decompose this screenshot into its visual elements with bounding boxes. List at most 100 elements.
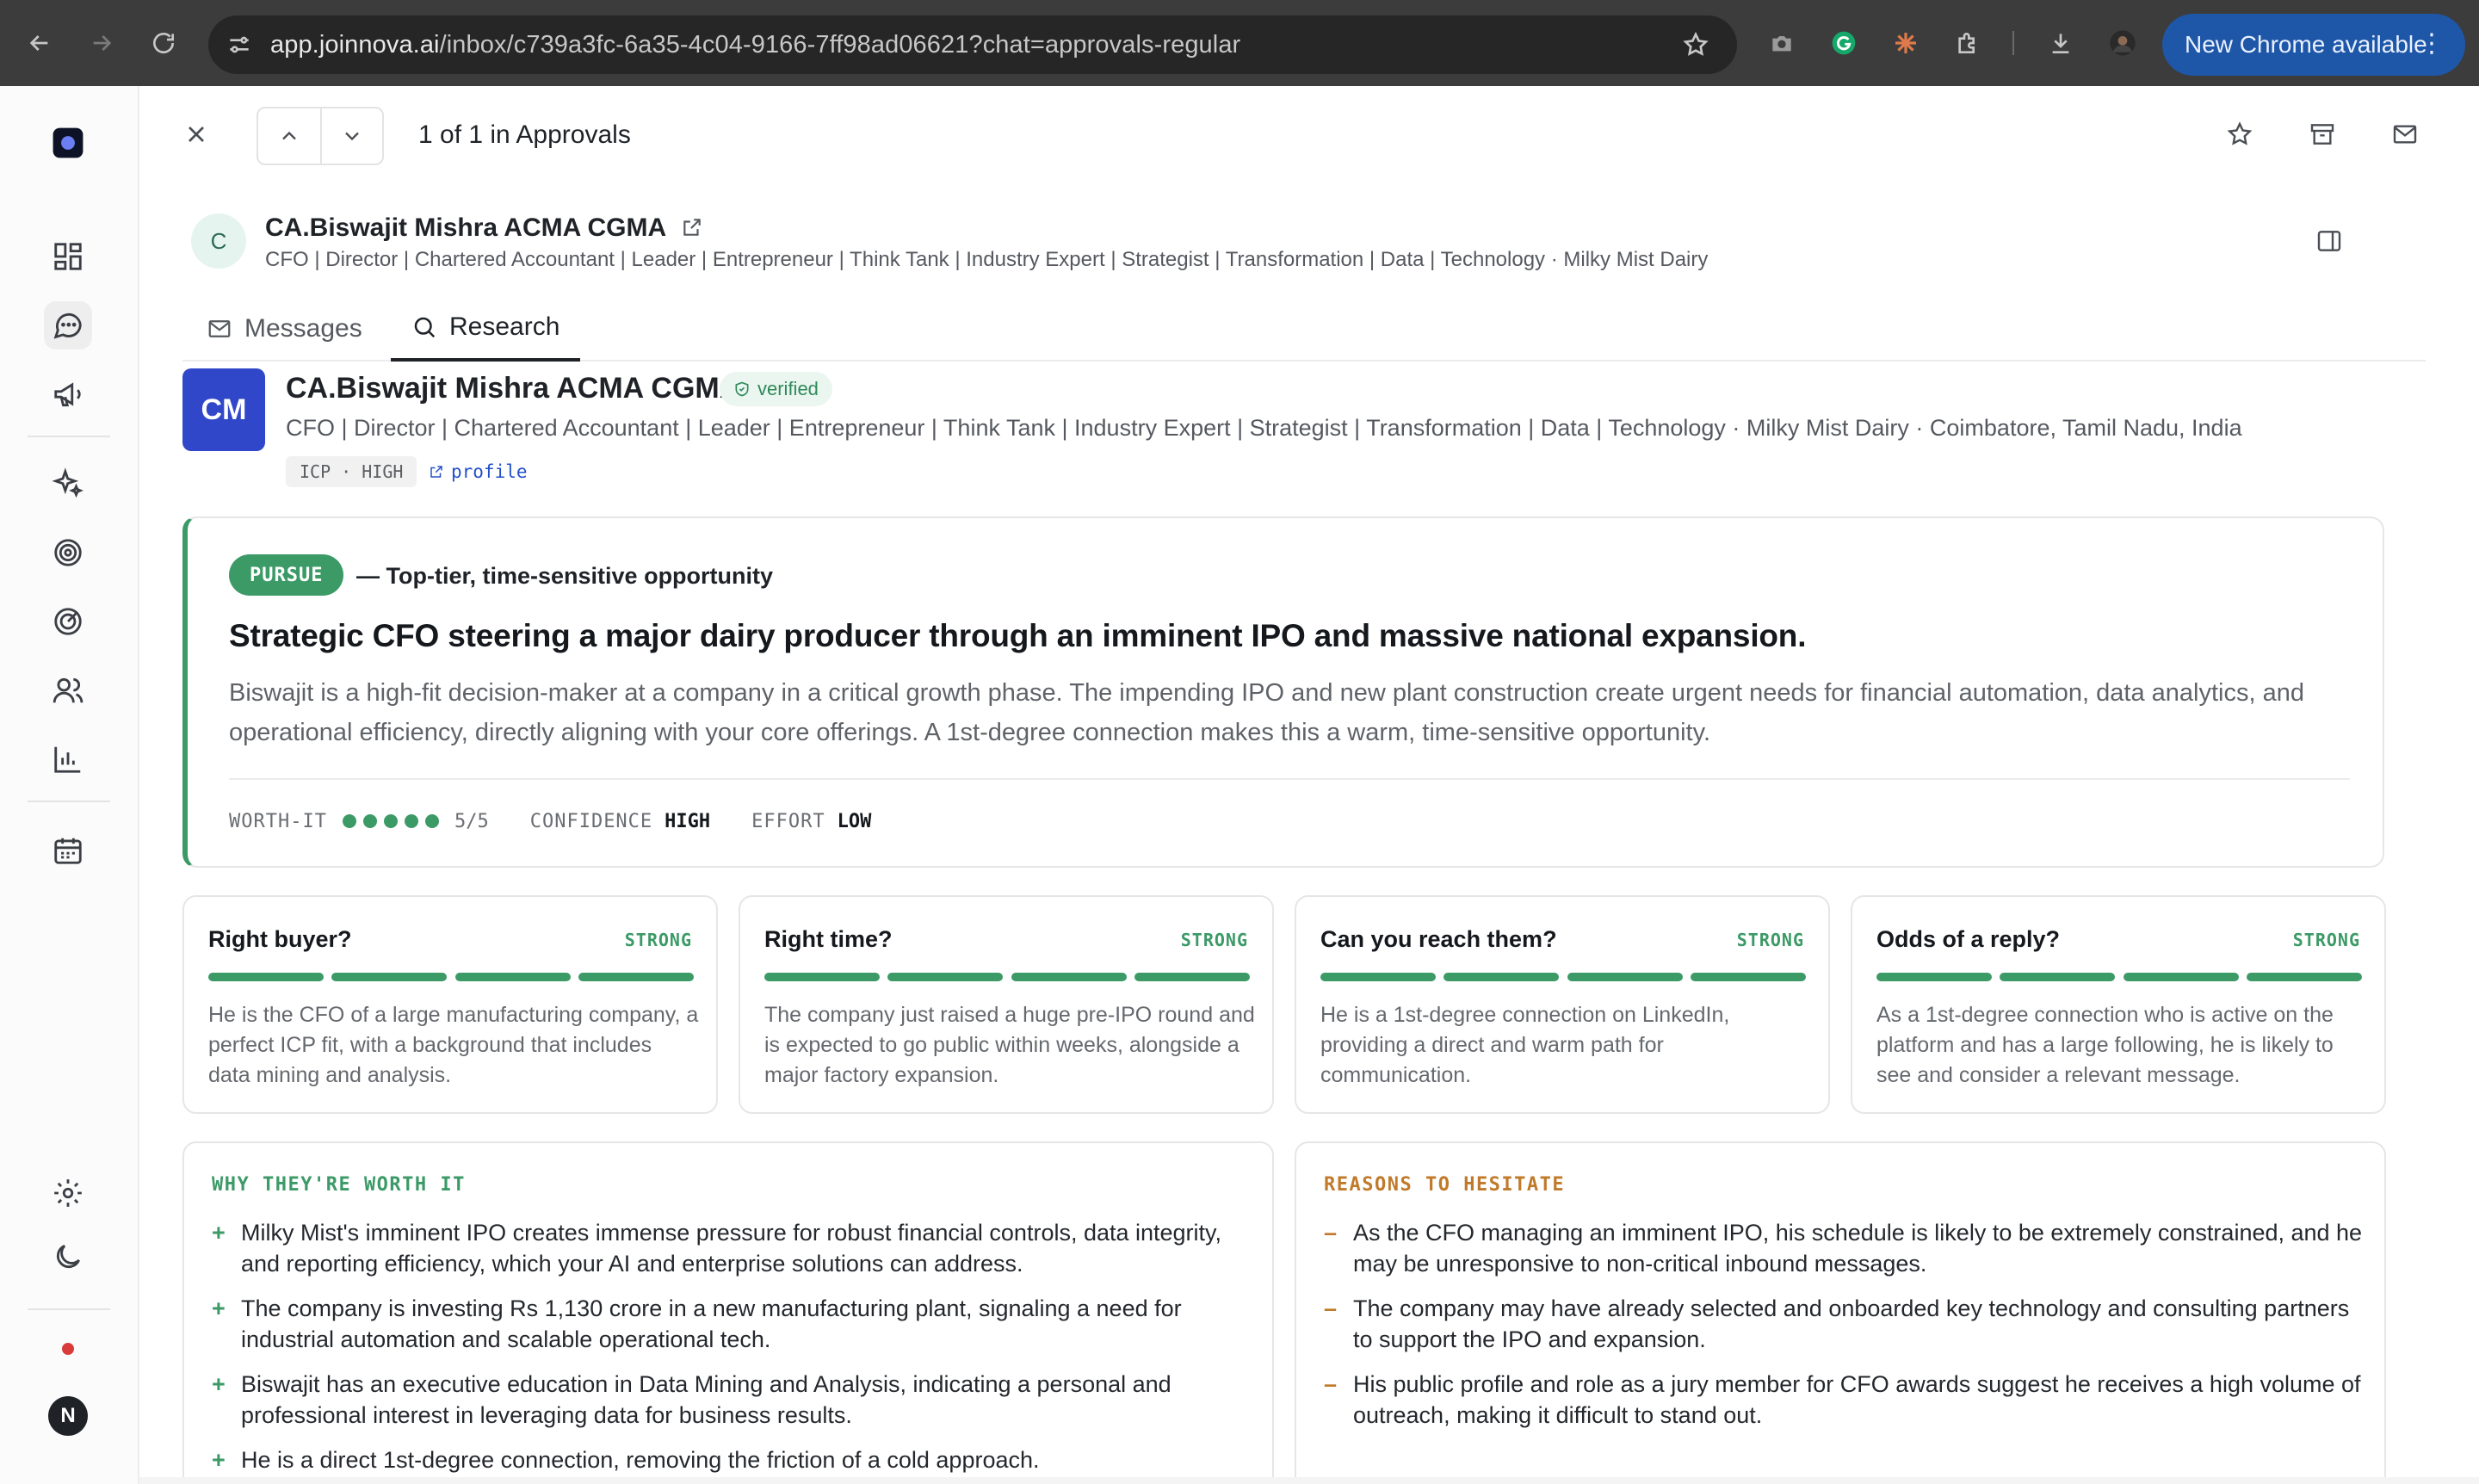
app-sidebar: N <box>0 86 139 1484</box>
extensions-icon[interactable] <box>1947 22 1988 64</box>
back-icon[interactable] <box>19 22 60 64</box>
verdict-summary: Biswajit is a high-fit decision-maker at… <box>229 679 2304 746</box>
rating-dot <box>404 814 418 828</box>
rating-dot <box>424 814 439 828</box>
analytics-chart-icon[interactable] <box>44 735 92 783</box>
signal-bar <box>331 973 448 981</box>
rating-dot <box>383 814 398 828</box>
signal-bar <box>454 973 571 981</box>
conversation-tabs: Messages Research <box>182 296 2426 362</box>
ai-sparkle-icon[interactable] <box>44 460 92 508</box>
effort-value: LOW <box>837 810 872 832</box>
reload-icon[interactable] <box>143 22 184 64</box>
list-item-text: The company may have already selected an… <box>1353 1295 2350 1352</box>
grammarly-icon[interactable] <box>1823 22 1864 64</box>
signal-bar <box>2123 973 2239 981</box>
worth-it-heading: WHY THEY'RE WORTH IT <box>212 1174 466 1196</box>
previous-record-button[interactable] <box>258 108 320 164</box>
plus-icon: + <box>212 1447 226 1473</box>
url-host: app.joinnova.ai <box>270 31 440 59</box>
signal-card-right-time: Right time? STRONG The company just rais… <box>739 895 1274 1114</box>
contact-headline: CFO | Director | Chartered Accountant | … <box>265 248 1709 271</box>
mail-icon[interactable] <box>2391 121 2419 152</box>
calendar-icon[interactable] <box>44 826 92 875</box>
hesitate-heading: REASONS TO HESITATE <box>1324 1174 1566 1196</box>
tab-messages[interactable]: Messages <box>182 296 386 362</box>
toolbar-divider <box>2012 31 2014 55</box>
list-item: + Biswajit has an executive education in … <box>212 1369 1253 1431</box>
signal-bar <box>887 973 1004 981</box>
new-chrome-available-button[interactable]: New Chrome available ⋮ <box>2162 14 2465 76</box>
signal-bar <box>764 973 880 981</box>
plus-icon: + <box>212 1220 226 1246</box>
address-bar[interactable]: app.joinnova.ai/inbox/c739a3fc-6a35-4c04… <box>208 15 1737 74</box>
signal-bar <box>1320 973 1436 981</box>
radar-icon[interactable] <box>44 597 92 646</box>
download-icon[interactable] <box>2040 22 2081 64</box>
contacts-people-icon[interactable] <box>44 666 92 714</box>
settings-gear-icon[interactable] <box>44 1169 92 1217</box>
signal-strength: STRONG <box>2292 930 2360 950</box>
bookmark-star-icon[interactable] <box>1675 24 1716 65</box>
archive-icon[interactable] <box>2309 121 2336 152</box>
signal-title: Right buyer? <box>208 926 352 952</box>
inbox-chat-icon[interactable] <box>44 301 92 349</box>
plus-icon: + <box>212 1371 226 1397</box>
close-icon[interactable] <box>182 121 210 152</box>
verified-label: verified <box>757 378 819 399</box>
contact-header: C CA.Biswajit Mishra ACMA CGMA CFO | Dir… <box>182 196 2420 282</box>
signal-bar <box>1011 973 1127 981</box>
signal-strength: STRONG <box>1180 930 1248 950</box>
toggle-sidebar-icon[interactable] <box>2315 227 2343 259</box>
profile-avatar[interactable] <box>2102 22 2143 64</box>
signal-card-right-buyer: Right buyer? STRONG He is the CFO of a l… <box>182 895 718 1114</box>
list-item-text: Milky Mist's imminent IPO creates immens… <box>241 1220 1222 1277</box>
sidebar-divider <box>28 436 110 437</box>
signal-title: Can you reach them? <box>1320 926 1557 952</box>
profile-link[interactable]: profile <box>429 456 528 487</box>
campaigns-megaphone-icon[interactable] <box>44 370 92 418</box>
icp-badge: ICP · HIGH <box>286 456 417 487</box>
hesitate-card: REASONS TO HESITATE – As the CFO managing… <box>1295 1141 2386 1484</box>
target-icon[interactable] <box>44 529 92 577</box>
signal-bar <box>1134 973 1250 981</box>
contact-name[interactable]: CA.Biswajit Mishra ACMA CGMA <box>265 213 703 243</box>
dashboard-icon[interactable] <box>44 232 92 281</box>
external-link-icon[interactable] <box>681 216 703 238</box>
list-item: + The company is investing Rs 1,130 crore… <box>212 1293 1253 1355</box>
list-item: + Milky Mist's imminent IPO creates immen… <box>212 1217 1253 1279</box>
url-path: /inbox/c739a3fc-6a35-4c04-9166-7ff98ad06… <box>439 31 1241 59</box>
signal-description: He is the CFO of a large manufacturing c… <box>208 1003 699 1087</box>
list-item: + He is a direct 1st-degree connection, r… <box>212 1444 1253 1475</box>
shield-check-icon <box>735 381 749 397</box>
research-name: CA.Biswajit Mishra ACMA CGMA <box>286 372 741 405</box>
signal-bar <box>2000 973 2116 981</box>
user-avatar[interactable]: N <box>48 1396 88 1436</box>
forward-icon[interactable] <box>81 22 122 64</box>
worth-it-card: WHY THEY'RE WORTH IT + Milky Mist's immin… <box>182 1141 1274 1484</box>
search-icon <box>414 317 436 338</box>
signal-bars <box>208 973 694 981</box>
signal-bars <box>764 973 1250 981</box>
tab-research[interactable]: Research <box>391 296 581 362</box>
claude-extension-icon[interactable] <box>1885 22 1926 64</box>
signal-description: He is a 1st-degree connection on LinkedI… <box>1320 1003 1730 1087</box>
plus-icon: + <box>212 1295 226 1321</box>
app-logo[interactable] <box>44 119 92 167</box>
worth-it-score: 5/5 <box>454 810 489 832</box>
record-navigation <box>257 107 384 165</box>
dark-mode-moon-icon[interactable] <box>44 1233 92 1281</box>
signal-bar <box>1567 973 1683 981</box>
list-item: – The company may have already selected a… <box>1324 1293 2365 1355</box>
next-record-button[interactable] <box>319 108 382 164</box>
verdict-card: PURSUE — Top-tier, time-sensitive opport… <box>182 516 2384 868</box>
minus-icon: – <box>1324 1295 1338 1321</box>
company-badge: CM <box>182 368 265 451</box>
site-info-icon[interactable] <box>219 24 260 65</box>
tab-research-label: Research <box>449 312 560 341</box>
signal-bar <box>1444 973 1560 981</box>
star-icon[interactable] <box>2226 121 2253 152</box>
camera-extension-icon[interactable] <box>1761 22 1802 64</box>
verdict-divider <box>229 778 2350 780</box>
rating-dot <box>342 814 356 828</box>
